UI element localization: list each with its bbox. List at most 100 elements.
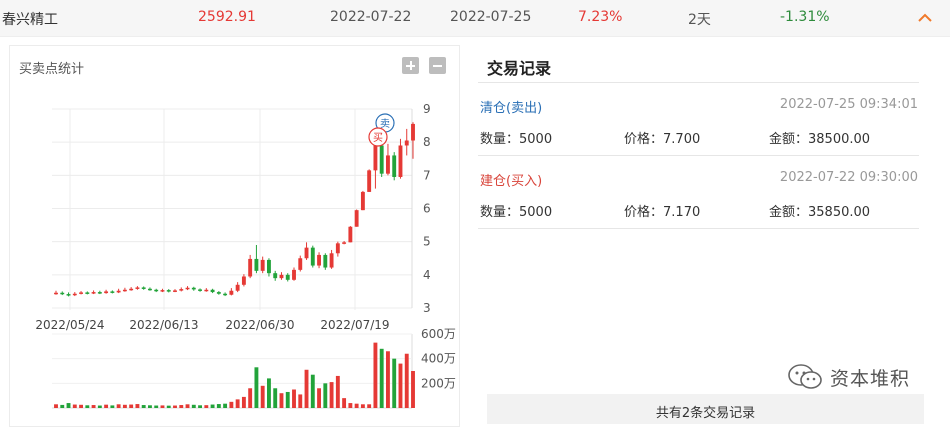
volume-bar (66, 403, 71, 408)
chart-panel: 买卖点统计 3456789 2022/05/24 2022/06/13 2022/0… (9, 45, 460, 427)
volume-bar (292, 389, 296, 408)
x-tick-label: 2022/06/13 (129, 318, 198, 332)
candle-body (298, 258, 303, 270)
return-value: -1.31% (780, 9, 830, 25)
volume-bar (104, 404, 109, 408)
volume-bar (354, 403, 359, 408)
candle-body (191, 287, 196, 290)
candle-body (66, 294, 71, 296)
candle-body (229, 290, 234, 295)
volume-bar (411, 371, 415, 408)
x-tick-label: 2022/07/19 (320, 318, 389, 332)
candle-body (373, 145, 378, 171)
volume-bar (173, 405, 177, 408)
volume-bar (267, 378, 271, 408)
volume-bar (72, 404, 77, 408)
watermark-text: 资本堆积 (830, 368, 911, 390)
candle-body (141, 287, 146, 289)
y-tick-label: 5 (423, 235, 431, 249)
candle-body (273, 273, 278, 279)
candle-body (310, 247, 315, 266)
volume-bar (273, 388, 278, 408)
volume-bar (260, 385, 265, 408)
record-price: 价格：7.700 (624, 128, 700, 147)
stock-price: 2592.91 (198, 9, 256, 25)
candle-body (329, 253, 334, 268)
record-amount: 金额：38500.00 (769, 128, 870, 147)
volume-bar (379, 348, 384, 408)
y-tick-label: 8 (423, 135, 431, 149)
record-time: 2022-07-25 09:34:01 (779, 97, 918, 112)
volume-bar (317, 388, 321, 408)
volume-bar (97, 405, 102, 408)
volume-bar (223, 403, 228, 408)
price-label: 价格： (624, 132, 664, 147)
volume-bar (398, 363, 403, 408)
candle-body (248, 258, 253, 277)
volume-bar (85, 405, 90, 408)
percent-value: 7.23% (578, 9, 623, 25)
volume-bar (323, 383, 328, 408)
volume-bar (179, 405, 184, 408)
candle-body (116, 290, 121, 293)
candle-body (179, 289, 184, 291)
volume-bar (60, 404, 65, 408)
x-tick-label: 2022/06/30 (225, 318, 294, 332)
candle-body (323, 254, 328, 268)
candle-body (404, 140, 409, 146)
record-type: 建仓(买入) (480, 174, 543, 189)
candle-body (216, 292, 221, 294)
sell-date: 2022-07-25 (450, 9, 532, 25)
volume-bar (348, 403, 353, 408)
volume-bar (154, 405, 159, 408)
candle-body (392, 155, 397, 177)
buy-marker-label: 买 (373, 132, 383, 144)
volume-bar (304, 369, 309, 408)
candle-body (367, 170, 372, 192)
record-time: 2022-07-22 09:30:00 (779, 170, 918, 185)
candle-body (398, 145, 403, 177)
candle-body (342, 242, 347, 244)
volume-bar (185, 404, 190, 408)
candle-body (267, 259, 271, 274)
volume-bar (279, 393, 284, 408)
candle-body (285, 274, 290, 280)
candle-body (360, 191, 365, 211)
volume-bar (216, 404, 221, 408)
candle-body (173, 290, 177, 292)
candle-body (348, 226, 353, 243)
volume-bar (135, 404, 140, 408)
volume-bar (79, 404, 83, 408)
amount-label: 金额： (769, 132, 809, 147)
candle-body (304, 247, 309, 259)
candle-body (198, 289, 202, 291)
volume-bar (360, 404, 365, 408)
volume-bar (166, 405, 171, 408)
y-tick-label: 4 (423, 268, 431, 282)
candle-body (72, 293, 77, 296)
volume-bar (329, 382, 334, 408)
volume-bar (285, 391, 290, 408)
volume-bar (122, 404, 127, 408)
candle-body (411, 123, 415, 141)
price-value: 7.170 (663, 205, 701, 220)
candle-body (260, 259, 265, 271)
hold-days: 2天 (688, 12, 711, 28)
volume-bar (148, 405, 152, 408)
volume-bar (392, 358, 397, 408)
volume-bar (191, 404, 196, 408)
chevron-up-icon[interactable] (916, 9, 934, 27)
candlestick-chart[interactable]: 3 4 5 6 7 8 9 2022/05/24 2022/06/13 2022/06/30 20… (10, 46, 459, 426)
volume-bar (198, 405, 202, 408)
candle-body (223, 293, 228, 296)
candle-body (85, 292, 90, 294)
volume-bar (335, 375, 340, 408)
summary-row[interactable]: 春兴精工 2592.91 2022-07-22 2022-07-25 7.23%… (0, 0, 950, 37)
candle-body (354, 210, 359, 227)
volume-bar (91, 405, 96, 408)
volume-bar (342, 398, 347, 408)
amount-value: 35850.00 (808, 205, 871, 220)
volume-bar (210, 404, 215, 408)
candle-body (160, 290, 165, 292)
candle-body (79, 292, 83, 294)
